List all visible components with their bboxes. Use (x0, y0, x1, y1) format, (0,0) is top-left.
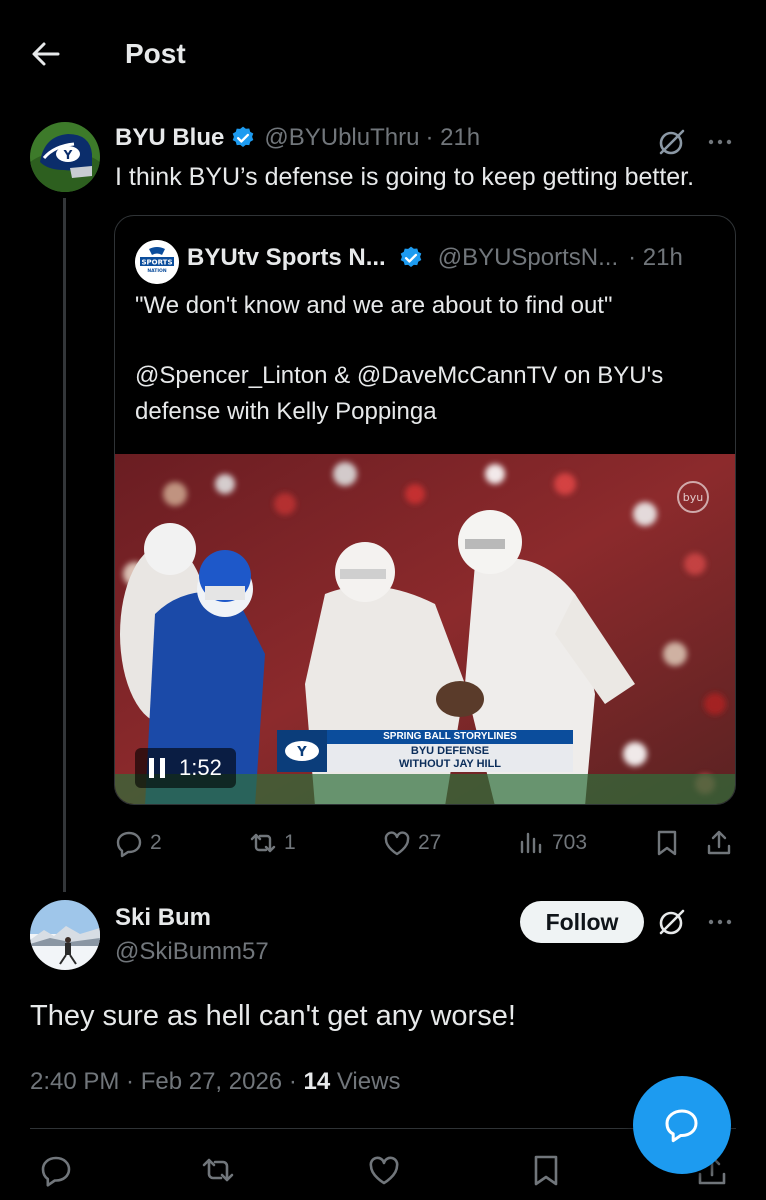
thread-line (63, 198, 66, 892)
avatar[interactable]: Y (30, 122, 100, 192)
arrow-left-icon (32, 42, 60, 66)
reply-button[interactable] (38, 1152, 74, 1188)
byutv-watermark: byu (671, 480, 715, 514)
share-icon (707, 830, 731, 855)
quoted-author-name[interactable]: BYUtv Sports N... (187, 244, 386, 272)
byu-logo-icon: Y (277, 730, 327, 772)
svg-text:SPORTS: SPORTS (141, 259, 172, 267)
chyron-line-1: BYU DEFENSE (410, 745, 490, 757)
author-handle[interactable]: @SkiBumm57 (115, 938, 269, 966)
post-text: They sure as hell can't get any worse! (30, 1000, 516, 1032)
like-count: 27 (418, 831, 442, 854)
share-button[interactable] (704, 828, 740, 858)
svg-text:byu: byu (683, 491, 703, 504)
grok-icon (659, 129, 685, 155)
video-chyron: SPRING BALL STORYLINES Y BYU DEFENSE WIT… (277, 730, 573, 772)
more-icon (708, 139, 732, 145)
pause-icon (149, 758, 165, 778)
quoted-author-handle[interactable]: @BYUSportsN... (438, 244, 618, 272)
repost-icon (202, 1158, 234, 1182)
post-text: I think BYU’s defense is going to keep g… (115, 163, 695, 191)
heart-icon (384, 831, 410, 856)
repost-action[interactable]: 1 (248, 828, 296, 858)
bookmark-button[interactable] (652, 828, 688, 858)
quoted-text-line-2: @Spencer_Linton & @DaveMcCannTV on BYU's… (135, 362, 664, 425)
more-icon (708, 919, 732, 925)
repost-button[interactable] (200, 1152, 236, 1188)
reply-icon (116, 831, 142, 858)
grok-button[interactable] (656, 906, 688, 938)
reply-action[interactable]: 2 (114, 828, 162, 858)
author-handle[interactable]: @BYUbluThru (264, 124, 419, 152)
avatar[interactable] (30, 900, 100, 970)
follow-button[interactable]: Follow (520, 901, 644, 943)
like-button[interactable] (366, 1152, 402, 1188)
divider (30, 1128, 736, 1129)
bookmark-button[interactable] (528, 1152, 564, 1188)
verified-badge-icon (400, 246, 421, 267)
svg-text:Y: Y (296, 745, 307, 760)
svg-text:Y: Y (63, 148, 73, 162)
repost-icon (250, 833, 276, 853)
bookmark-icon (534, 1155, 558, 1186)
post-timestamp: 2:40 PM · Feb 27, 2026 · (30, 1068, 304, 1095)
more-options-button[interactable] (706, 128, 734, 156)
grok-button[interactable] (656, 126, 688, 158)
heart-icon (369, 1156, 399, 1185)
quoted-text-line-1: "We don't know and we are about to find … (135, 292, 613, 319)
post-meta: 2:40 PM · Feb 27, 2026 · 14 Views (30, 1068, 400, 1096)
views-count: 703 (552, 831, 588, 854)
quoted-post-time: · 21h (628, 244, 683, 271)
svg-text:NATION: NATION (147, 268, 166, 274)
page-title: Post (125, 38, 186, 69)
views-chart-icon (520, 832, 542, 854)
views-count: 14 (303, 1068, 331, 1095)
reply-count: 2 (150, 831, 162, 854)
quoted-header: BYUtv Sports N... @BYUSportsN... · 21h (187, 244, 683, 272)
verified-badge-icon (233, 126, 254, 147)
video-timer[interactable]: 1:52 (135, 748, 236, 788)
views-action[interactable]: 703 (516, 828, 587, 858)
bookmark-icon (657, 830, 677, 856)
post-time: · 21h (425, 124, 481, 151)
quoted-text: "We don't know and we are about to find … (135, 288, 725, 430)
author-name[interactable]: BYU Blue (115, 124, 224, 152)
repost-count: 1 (284, 831, 296, 854)
views-label: Views (330, 1068, 401, 1095)
compose-reply-button[interactable] (633, 1076, 731, 1174)
chyron-line-2: WITHOUT JAY HILL (398, 758, 502, 770)
author-name[interactable]: Ski Bum (115, 904, 211, 932)
quoted-avatar[interactable]: SPORTS NATION (135, 240, 179, 284)
back-button[interactable] (28, 38, 64, 70)
reply-icon (41, 1156, 71, 1187)
more-options-button[interactable] (706, 908, 734, 936)
chat-bubble-icon (665, 1109, 698, 1143)
video-player[interactable]: byu SPRING BALL STORYLINES Y BYU DEFENSE… (115, 454, 735, 804)
like-action[interactable]: 27 (382, 828, 441, 858)
parent-header: BYU Blue @BYUbluThru · 21h (115, 124, 480, 152)
quoted-post[interactable]: SPORTS NATION BYUtv Sports N... @BYUSpor… (114, 215, 736, 805)
video-duration: 1:52 (179, 755, 222, 780)
grok-icon (659, 909, 685, 935)
